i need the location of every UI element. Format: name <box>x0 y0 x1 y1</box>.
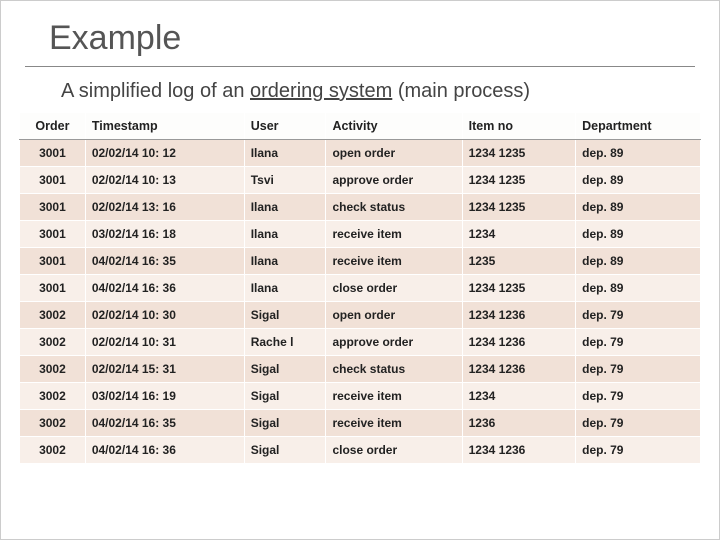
cell-item: 1234 1235 <box>462 140 576 167</box>
cell-activity: open order <box>326 302 462 329</box>
cell-user: Rache l <box>244 329 326 356</box>
cell-dept: dep. 89 <box>576 275 701 302</box>
cell-item: 1234 1235 <box>462 194 576 221</box>
cell-order: 3001 <box>20 221 86 248</box>
cell-timestamp: 03/02/14 16: 19 <box>85 383 244 410</box>
cell-activity: receive item <box>326 248 462 275</box>
cell-activity: receive item <box>326 410 462 437</box>
table-row: 300202/02/14 10: 31Rache lapprove order1… <box>20 329 701 356</box>
cell-item: 1234 1235 <box>462 275 576 302</box>
table-header-row: Order Timestamp User Activity Item no De… <box>20 113 701 140</box>
cell-dept: dep. 79 <box>576 410 701 437</box>
cell-order: 3002 <box>20 356 86 383</box>
cell-dept: dep. 79 <box>576 383 701 410</box>
cell-item: 1236 <box>462 410 576 437</box>
subtitle-part-a: A simplified log of an <box>61 80 250 102</box>
table-row: 300202/02/14 10: 30Sigalopen order1234 1… <box>20 302 701 329</box>
cell-item: 1234 1236 <box>462 302 576 329</box>
col-user: User <box>244 113 326 140</box>
cell-activity: open order <box>326 140 462 167</box>
cell-item: 1234 1236 <box>462 437 576 464</box>
cell-user: Sigal <box>244 302 326 329</box>
log-table: Order Timestamp User Activity Item no De… <box>19 112 701 464</box>
cell-order: 3002 <box>20 437 86 464</box>
table-row: 300202/02/14 15: 31Sigalcheck status1234… <box>20 356 701 383</box>
cell-order: 3002 <box>20 302 86 329</box>
cell-user: Ilana <box>244 140 326 167</box>
table-row: 300102/02/14 10: 12Ilanaopen order1234 1… <box>20 140 701 167</box>
cell-activity: approve order <box>326 167 462 194</box>
cell-item: 1234 1235 <box>462 167 576 194</box>
cell-user: Sigal <box>244 437 326 464</box>
cell-user: Sigal <box>244 383 326 410</box>
cell-item: 1234 <box>462 221 576 248</box>
col-activity: Activity <box>326 113 462 140</box>
cell-order: 3001 <box>20 167 86 194</box>
cell-dept: dep. 79 <box>576 329 701 356</box>
divider <box>25 66 695 67</box>
cell-timestamp: 04/02/14 16: 36 <box>85 275 244 302</box>
cell-item: 1234 <box>462 383 576 410</box>
cell-dept: dep. 79 <box>576 302 701 329</box>
col-timestamp: Timestamp <box>85 113 244 140</box>
cell-dept: dep. 89 <box>576 221 701 248</box>
cell-activity: receive item <box>326 383 462 410</box>
cell-activity: close order <box>326 437 462 464</box>
cell-user: Ilana <box>244 194 326 221</box>
cell-timestamp: 04/02/14 16: 36 <box>85 437 244 464</box>
cell-item: 1234 1236 <box>462 329 576 356</box>
table-row: 300204/02/14 16: 36Sigalclose order1234 … <box>20 437 701 464</box>
cell-timestamp: 02/02/14 10: 31 <box>85 329 244 356</box>
cell-item: 1234 1236 <box>462 356 576 383</box>
table-row: 300204/02/14 16: 35Sigalreceive item1236… <box>20 410 701 437</box>
log-table-container: Order Timestamp User Activity Item no De… <box>19 112 701 464</box>
cell-user: Ilana <box>244 248 326 275</box>
cell-timestamp: 03/02/14 16: 18 <box>85 221 244 248</box>
cell-item: 1235 <box>462 248 576 275</box>
cell-dept: dep. 79 <box>576 437 701 464</box>
cell-timestamp: 04/02/14 16: 35 <box>85 410 244 437</box>
cell-activity: approve order <box>326 329 462 356</box>
cell-order: 3002 <box>20 410 86 437</box>
cell-order: 3001 <box>20 275 86 302</box>
col-dept: Department <box>576 113 701 140</box>
table-row: 300104/02/14 16: 35Ilanareceive item1235… <box>20 248 701 275</box>
cell-timestamp: 02/02/14 15: 31 <box>85 356 244 383</box>
cell-timestamp: 02/02/14 13: 16 <box>85 194 244 221</box>
cell-order: 3002 <box>20 329 86 356</box>
cell-activity: check status <box>326 356 462 383</box>
table-row: 300203/02/14 16: 19Sigalreceive item1234… <box>20 383 701 410</box>
cell-dept: dep. 89 <box>576 167 701 194</box>
cell-timestamp: 02/02/14 10: 30 <box>85 302 244 329</box>
cell-timestamp: 04/02/14 16: 35 <box>85 248 244 275</box>
cell-dept: dep. 89 <box>576 248 701 275</box>
subtitle-underline: ordering system <box>250 80 392 102</box>
cell-dept: dep. 79 <box>576 356 701 383</box>
cell-order: 3002 <box>20 383 86 410</box>
cell-user: Sigal <box>244 410 326 437</box>
subtitle-part-c: (main process) <box>392 80 530 102</box>
cell-user: Ilana <box>244 275 326 302</box>
cell-user: Ilana <box>244 221 326 248</box>
slide-title: Example <box>1 1 719 64</box>
cell-order: 3001 <box>20 194 86 221</box>
cell-activity: check status <box>326 194 462 221</box>
table-row: 300102/02/14 10: 13Tsviapprove order1234… <box>20 167 701 194</box>
slide-subtitle: A simplified log of an ordering system (… <box>1 75 719 112</box>
cell-timestamp: 02/02/14 10: 12 <box>85 140 244 167</box>
cell-dept: dep. 89 <box>576 194 701 221</box>
col-item: Item no <box>462 113 576 140</box>
cell-user: Sigal <box>244 356 326 383</box>
cell-order: 3001 <box>20 248 86 275</box>
cell-activity: receive item <box>326 221 462 248</box>
col-order: Order <box>20 113 86 140</box>
cell-activity: close order <box>326 275 462 302</box>
cell-timestamp: 02/02/14 10: 13 <box>85 167 244 194</box>
cell-dept: dep. 89 <box>576 140 701 167</box>
table-row: 300102/02/14 13: 16Ilanacheck status1234… <box>20 194 701 221</box>
table-row: 300104/02/14 16: 36Ilanaclose order1234 … <box>20 275 701 302</box>
table-row: 300103/02/14 16: 18Ilanareceive item1234… <box>20 221 701 248</box>
cell-order: 3001 <box>20 140 86 167</box>
cell-user: Tsvi <box>244 167 326 194</box>
